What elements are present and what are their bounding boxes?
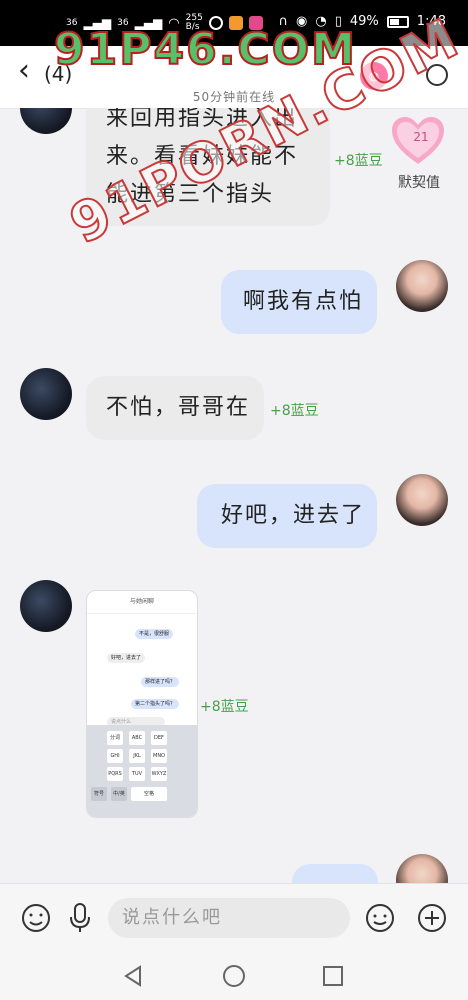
image-key: 分词	[107, 731, 123, 745]
app-notification-icon	[208, 16, 223, 30]
home-nav-icon[interactable]	[222, 964, 246, 988]
app-notification-icon-2	[228, 16, 243, 30]
wifi-icon: ◠	[168, 15, 180, 31]
intimacy-label: 默契值	[398, 175, 440, 191]
recents-nav-icon[interactable]	[322, 965, 344, 987]
unread-count[interactable]: (4)	[44, 62, 72, 86]
headphones-icon: ∩	[278, 14, 289, 29]
voice-call-icon[interactable]: ◍	[360, 62, 388, 90]
intimacy-level: 21	[413, 130, 429, 144]
signal-bars-icon-2: ▂▄▆	[134, 16, 163, 30]
image-key: JKL	[129, 749, 145, 763]
image-key: 空格	[131, 787, 167, 801]
emoji-icon[interactable]	[364, 902, 396, 934]
image-message[interactable]: 与她闲聊 不是，很舒服 好吧，进去了 那样进了吗？ 第二个指头了吗？ 说点什么 …	[86, 590, 198, 818]
back-icon[interactable]: ‹	[18, 56, 30, 86]
image-bubble: 那样进了吗？	[141, 677, 180, 687]
profile-icon[interactable]	[426, 64, 448, 86]
avatar-self[interactable]	[396, 260, 448, 312]
avatar-self[interactable]	[396, 474, 448, 526]
message-input[interactable]: 说点什么吧	[108, 898, 350, 938]
eye-icon: ◉	[296, 14, 308, 29]
chat-header: ‹ (4) ◍ 50分钟前在线	[0, 46, 468, 109]
input-bar: 说点什么吧	[0, 883, 468, 952]
signal-icon-2: 36	[117, 18, 129, 28]
clock: 1:48	[416, 14, 446, 29]
image-key: MNO	[151, 749, 167, 763]
network-speed: 255 B/s	[185, 13, 203, 32]
status-bar: 36 ▂▄▆ 36 ▂▄▆ ◠ 255 B/s ∩ ◉ ◔ ▯ 49% 1:48	[0, 0, 468, 46]
image-bubble: 不是，很舒服	[135, 629, 174, 639]
image-key: GHI	[107, 749, 123, 763]
image-title: 与她闲聊	[87, 591, 197, 614]
avatar-self[interactable]	[396, 854, 448, 883]
message-list[interactable]: 来回用指头进入出 来。看看妹妹能不 能进第三个指头 +8蓝豆 21 默契值 啊我…	[0, 108, 468, 883]
signal-icon-1: 36	[66, 18, 78, 28]
battery-percent: 49%	[349, 14, 379, 29]
image-key: 符号	[91, 787, 107, 801]
image-key: 中/英	[111, 787, 127, 801]
avatar[interactable]	[20, 580, 72, 632]
reward-badge: +8蓝豆	[200, 699, 249, 715]
alarm-icon: ◔	[315, 14, 327, 29]
microphone-icon[interactable]	[64, 902, 96, 934]
online-status: 50分钟前在线	[192, 90, 276, 104]
reward-badge: +8蓝豆	[270, 403, 319, 419]
image-bubble: 第二个指头了吗？	[131, 699, 180, 709]
message-bubble-outgoing[interactable]: 好吧，进去了	[197, 484, 377, 548]
system-navigation	[0, 951, 468, 1000]
app-notification-icon-3	[248, 16, 263, 30]
image-key: ABC	[129, 731, 145, 745]
signal-bars-icon: ▂▄▆	[83, 16, 112, 30]
plus-icon[interactable]	[416, 902, 448, 934]
image-key: PQRS	[107, 767, 123, 781]
message-bubble-outgoing[interactable]: 啊我有点怕	[221, 270, 377, 334]
battery-icon	[386, 15, 409, 28]
message-bubble-incoming[interactable]: 不怕，哥哥在	[86, 376, 264, 440]
image-bubble: 好吧，进去了	[107, 653, 146, 663]
image-keyboard: 分词 ABC DEF GHI JKL MNO PQRS TUV WXYZ 符号 …	[87, 725, 197, 817]
message-bubble-incoming[interactable]: 来回用指头进入出 来。看看妹妹能不 能进第三个指头	[86, 108, 330, 226]
image-key: TUV	[129, 767, 145, 781]
image-key: WXYZ	[151, 767, 167, 781]
sticker-face-icon[interactable]	[20, 902, 52, 934]
reward-badge: +8蓝豆	[334, 153, 383, 169]
avatar[interactable]	[20, 368, 72, 420]
image-key: DEF	[151, 731, 167, 745]
back-nav-icon[interactable]	[122, 965, 144, 987]
message-bubble-outgoing[interactable]	[292, 864, 378, 883]
avatar[interactable]	[20, 108, 72, 134]
vibrate-icon: ▯	[334, 14, 342, 29]
